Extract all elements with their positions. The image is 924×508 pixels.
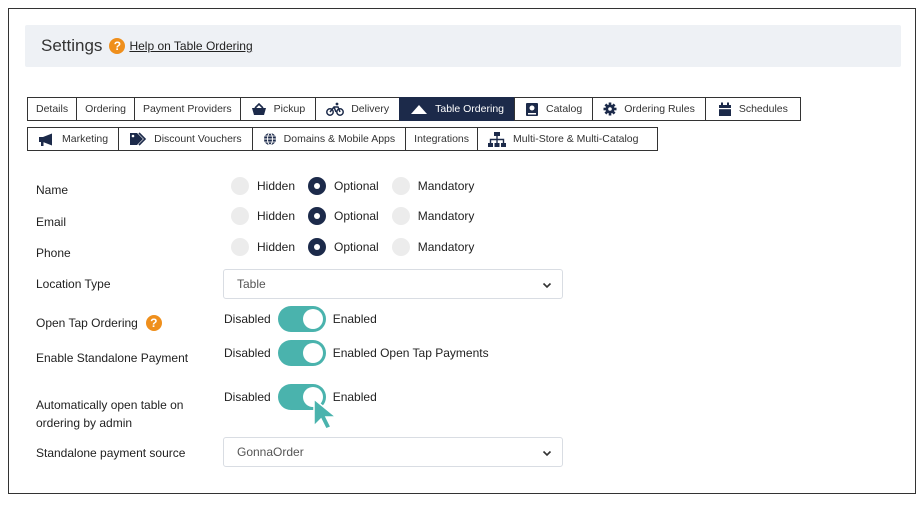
standalone-toggle-row: Disabled Enabled Open Tap Payments [224,340,489,366]
tab-marketing[interactable]: Marketing [27,127,120,151]
radio-label: Hidden [257,240,296,254]
tab-catalog[interactable]: Catalog [514,97,594,121]
tab-schedules[interactable]: Schedules [704,97,801,121]
tab-details[interactable]: Details [27,97,78,121]
open-tap-label: Open Tap Ordering ? [36,315,162,331]
email-optional-radio[interactable] [308,207,327,225]
name-hidden-radio[interactable] [231,177,249,195]
name-label: Name [36,183,69,197]
toggle-off-label: Disabled [224,346,271,360]
toggle-on-label: Enabled [332,312,377,326]
tab-pickup[interactable]: Pickup [239,97,317,121]
standalone-payment-toggle[interactable] [277,340,326,366]
gear-icon [603,102,617,116]
sitemap-icon [488,131,507,147]
email-label: Email [36,215,67,229]
phone-radio-group: Hidden Optional Mandatory [231,238,487,256]
location-type-label: Location Type [36,277,111,291]
open-tap-toggle[interactable] [277,306,326,332]
page-title: Settings [41,36,103,55]
calendar-icon [718,102,732,117]
tabs-row-2: Marketing Discount Vouchers Domains & Mo… [27,127,659,151]
radio-label: Optional [334,240,379,254]
tab-ordering[interactable]: Ordering [76,97,135,121]
globe-icon [263,132,277,146]
chevron-down-icon [542,447,552,461]
phone-mandatory-radio[interactable] [391,238,410,256]
payment-source-label: Standalone payment source [36,446,186,460]
mouse-cursor-icon [313,397,339,430]
email-hidden-radio[interactable] [231,207,249,225]
tab-domains-mobile-apps[interactable]: Domains & Mobile Apps [251,127,407,151]
radio-label: Mandatory [417,209,475,223]
phone-optional-radio[interactable] [308,238,327,256]
mountain-icon [410,104,428,115]
radio-label: Mandatory [417,240,475,254]
help-icon[interactable]: ? [145,315,162,331]
payment-source-value: GonnaOrder [237,445,304,459]
settings-header: Settings ? Help on Table Ordering [25,25,901,67]
radio-label: Hidden [257,179,296,193]
open-tap-label-text: Open Tap Ordering [36,316,138,330]
email-radio-group: Hidden Optional Mandatory [231,207,487,225]
payment-source-select[interactable]: GonnaOrder [223,437,563,467]
phone-label: Phone [36,246,71,260]
radio-label: Hidden [257,209,296,223]
chevron-down-icon [542,279,552,293]
tab-delivery[interactable]: Delivery [315,97,401,121]
tab-integrations[interactable]: Integrations [405,127,479,151]
bicycle-icon [326,102,345,116]
auto-open-label: Automatically open table on ordering by … [36,398,184,430]
book-icon [525,102,539,117]
auto-open-toggle-row: Disabled Enabled [224,384,377,410]
basket-icon [251,102,267,116]
phone-hidden-radio[interactable] [231,238,249,256]
tab-discount-vouchers[interactable]: Discount Vouchers [118,127,253,151]
tag-icon [129,132,147,146]
toggle-on-label: Enabled Open Tap Payments [332,346,489,360]
tab-ordering-rules[interactable]: Ordering Rules [592,97,706,121]
name-mandatory-radio[interactable] [391,177,410,195]
name-optional-radio[interactable] [308,177,327,195]
name-radio-group: Hidden Optional Mandatory [231,177,487,195]
location-type-select[interactable]: Table [223,269,563,299]
radio-label: Optional [334,209,379,223]
tabs-row-1: Details Ordering Payment Providers Picku… [27,97,801,121]
tab-payment-providers[interactable]: Payment Providers [133,97,241,121]
standalone-payment-label: Enable Standalone Payment [36,351,189,365]
help-icon[interactable]: ? [109,38,126,54]
toggle-off-label: Disabled [224,312,271,326]
tab-multi-store[interactable]: Multi-Store & Multi-Catalog [477,127,659,151]
tab-table-ordering[interactable]: Table Ordering [399,97,515,121]
open-tap-toggle-row: Disabled Enabled [224,306,377,332]
location-type-value: Table [237,277,266,291]
help-link[interactable]: Help on Table Ordering [129,39,252,53]
toggle-off-label: Disabled [224,390,271,404]
megaphone-icon [38,133,55,146]
radio-label: Optional [334,179,379,193]
email-mandatory-radio[interactable] [391,207,410,225]
radio-label: Mandatory [417,179,475,193]
